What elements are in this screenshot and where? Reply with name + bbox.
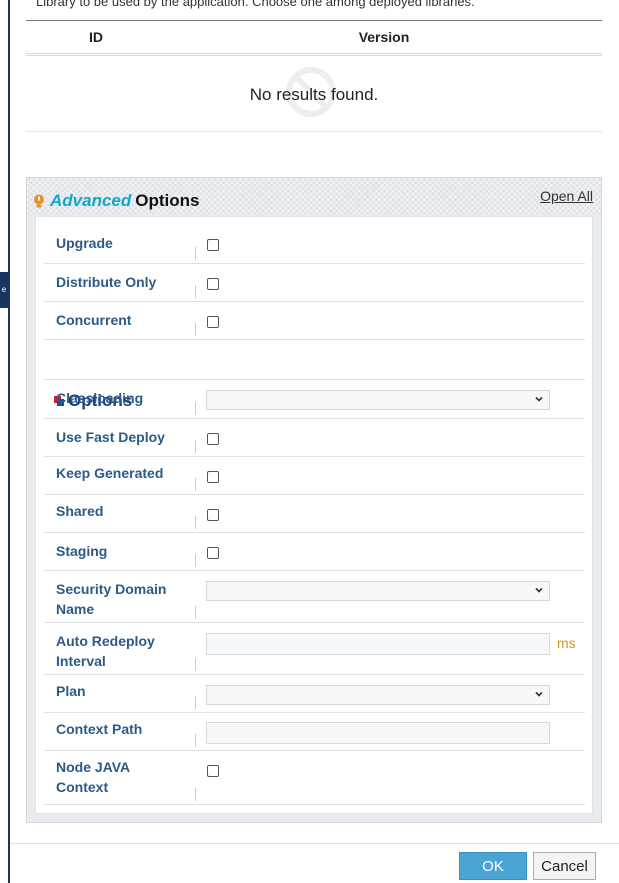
row-divider [195, 788, 196, 801]
open-all-link[interactable]: Open All [540, 188, 593, 204]
column-id-header[interactable]: ID [26, 29, 166, 45]
row-keep-generated: Keep Generated [44, 457, 585, 495]
row-divider [195, 440, 196, 453]
row-divider [195, 734, 196, 747]
options-section-row [44, 340, 585, 380]
library-table-header: ID Version [26, 20, 602, 56]
staging-label: Staging [56, 543, 108, 559]
row-node-java-context: Node JAVA Context [44, 751, 585, 805]
chevron-down-icon [535, 396, 543, 402]
row-classloading: Classloading [44, 380, 585, 419]
library-table: ID Version No results found. [26, 20, 602, 132]
security-domain-name-label: Security Domain Name [56, 581, 167, 617]
classloading-label: Classloading [56, 390, 144, 406]
row-distribute-only: Distribute Only [44, 264, 585, 302]
plan-label: Plan [56, 683, 86, 699]
shared-label: Shared [56, 503, 104, 519]
row-upgrade: Upgrade [44, 217, 585, 264]
left-frame-border [0, 0, 10, 883]
ok-button[interactable]: OK [459, 852, 527, 880]
row-context-path: Context Path [44, 713, 585, 751]
chevron-down-icon [535, 691, 543, 697]
shared-checkbox[interactable] [207, 509, 219, 521]
library-empty-row: No results found. [26, 58, 602, 132]
use-fast-deploy-checkbox[interactable] [207, 433, 219, 445]
context-path-label: Context Path [56, 721, 143, 737]
concurrent-label: Concurrent [56, 312, 132, 328]
advanced-title-word: Advanced [50, 191, 132, 210]
row-shared: Shared [44, 495, 585, 533]
node-java-context-label: Node JAVA Context [56, 759, 130, 795]
keep-generated-checkbox[interactable] [207, 471, 219, 483]
auto-redeploy-interval-label: Auto Redeploy Interval [56, 633, 155, 669]
node-java-context-checkbox[interactable] [207, 765, 219, 777]
keep-generated-label: Keep Generated [56, 465, 164, 481]
row-divider [195, 696, 196, 709]
options-title-word: Options [135, 191, 200, 210]
upgrade-checkbox[interactable] [207, 239, 219, 251]
advanced-options-body: Upgrade Distribute Only Concurrent Optio… [35, 216, 593, 814]
advanced-options-title: Advanced Options [33, 191, 199, 211]
info-bulb-icon [34, 194, 44, 208]
row-divider [195, 658, 196, 671]
row-divider [195, 554, 196, 567]
upgrade-label: Upgrade [56, 235, 113, 251]
row-auto-redeploy-interval: Auto Redeploy Interval ms [44, 623, 585, 675]
use-fast-deploy-label: Use Fast Deploy [56, 429, 165, 445]
column-version-header[interactable]: Version [166, 29, 602, 45]
row-divider [195, 516, 196, 529]
chevron-down-icon [535, 587, 543, 593]
footer-divider [10, 843, 619, 844]
row-divider [195, 323, 196, 336]
concurrent-checkbox[interactable] [207, 316, 219, 328]
row-divider [195, 247, 196, 260]
plan-select[interactable] [206, 685, 550, 705]
row-plan: Plan [44, 675, 585, 713]
cancel-button[interactable]: Cancel [533, 852, 596, 880]
row-divider [195, 285, 196, 298]
side-tab[interactable]: e [0, 272, 8, 308]
row-use-fast-deploy: Use Fast Deploy [44, 419, 585, 457]
library-description: Library to be used by the application. C… [36, 0, 475, 9]
advanced-options-panel: Advanced Options Open All Upgrade Distri… [26, 177, 602, 823]
classloading-select[interactable] [206, 390, 550, 410]
context-path-input[interactable] [206, 722, 550, 744]
ms-unit-label: ms [557, 635, 576, 651]
row-divider [195, 606, 196, 619]
row-security-domain-name: Security Domain Name [44, 571, 585, 623]
row-divider [195, 402, 196, 415]
distribute-only-checkbox[interactable] [207, 278, 219, 290]
row-staging: Staging [44, 533, 585, 571]
row-concurrent: Concurrent [44, 302, 585, 340]
security-domain-name-select[interactable] [206, 581, 550, 601]
row-divider [195, 478, 196, 491]
auto-redeploy-interval-input[interactable] [206, 633, 550, 655]
no-results-text: No results found. [249, 84, 379, 104]
distribute-only-label: Distribute Only [56, 274, 157, 290]
advanced-options-header: Advanced Options Open All [27, 178, 601, 216]
staging-checkbox[interactable] [207, 547, 219, 559]
